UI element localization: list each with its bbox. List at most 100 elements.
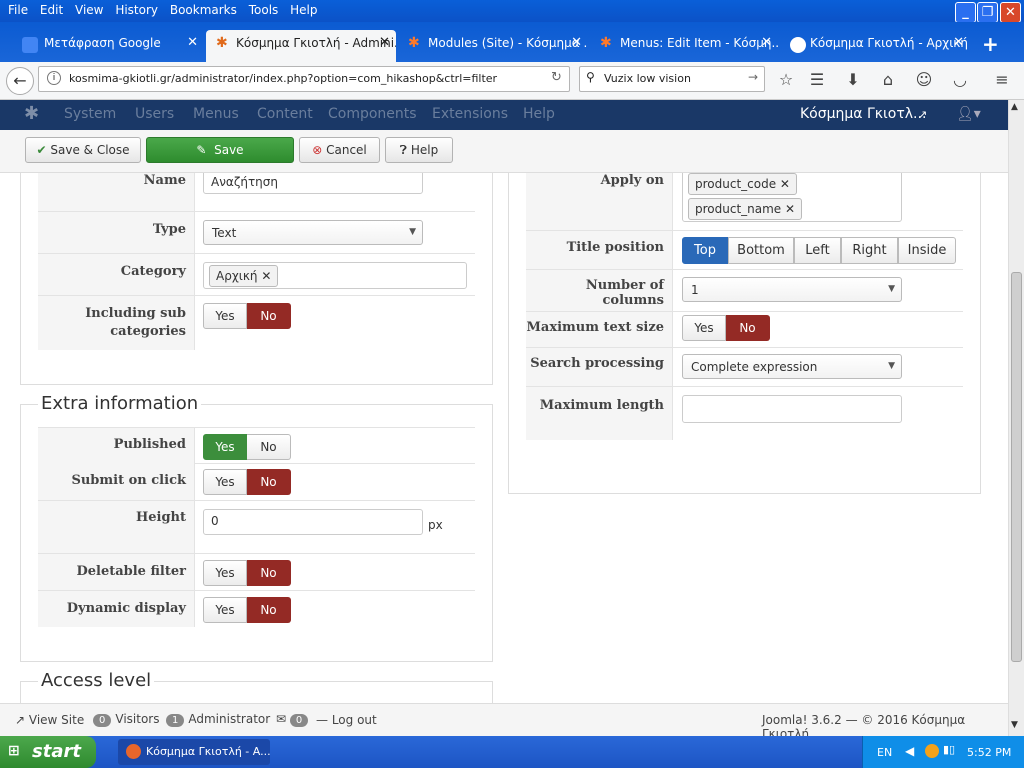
restore-button[interactable]: ❐: [977, 2, 998, 23]
yes-option[interactable]: Yes: [682, 315, 726, 341]
scroll-down-arrow[interactable]: ▼: [1011, 720, 1018, 730]
tab-modules[interactable]: ✱ Modules (Site) - Κόσμημα ... ✕: [398, 30, 588, 62]
yes-option[interactable]: Yes: [203, 469, 247, 495]
hello-icon[interactable]: ☺: [914, 70, 934, 89]
back-button[interactable]: ←: [6, 67, 34, 95]
new-tab-button[interactable]: +: [982, 32, 999, 56]
no-option[interactable]: No: [247, 560, 291, 586]
menu-extensions[interactable]: Extensions: [432, 106, 508, 122]
type-select[interactable]: Text ▼: [203, 220, 423, 245]
scroll-up-arrow[interactable]: ▲: [1011, 102, 1018, 112]
tab-admin-filter[interactable]: ✱ Κόσμημα Γκιοτλή - Admini... ✕: [206, 30, 396, 62]
reading-list-icon[interactable]: ☰: [807, 70, 827, 89]
menu-edit[interactable]: Edit: [36, 0, 67, 20]
yes-option[interactable]: Yes: [203, 597, 247, 623]
title-position-row: Title position Top Bottom Left Right Ins…: [526, 231, 963, 270]
tab-menus-edit[interactable]: ✱ Menus: Edit Item - Κόσμη... ✕: [590, 30, 778, 62]
menu-history[interactable]: History: [111, 0, 162, 20]
taskbar-window-firefox[interactable]: Κόσμημα Γκιοτλή - A...: [118, 739, 270, 765]
apply-on-input[interactable]: product_code ✕ product_name ✕: [682, 173, 902, 222]
download-icon[interactable]: ⬇: [843, 70, 863, 89]
info-icon[interactable]: i: [47, 71, 61, 85]
yes-option[interactable]: Yes: [203, 303, 247, 329]
menu-file[interactable]: File: [4, 0, 32, 20]
scroll-thumb[interactable]: [1011, 272, 1022, 662]
start-button[interactable]: ⊞ start: [0, 736, 96, 768]
title-pos-left[interactable]: Left: [794, 237, 841, 264]
taskbar-window-label: Κόσμημα Γκιοτλή - A...: [146, 745, 270, 758]
search-processing-select[interactable]: Complete expression ▼: [682, 354, 902, 379]
tab-google-translate[interactable]: Μετάφραση Google ✕: [4, 30, 204, 62]
max-text-toggle[interactable]: Yes No: [682, 315, 770, 341]
menu-tools[interactable]: Tools: [245, 0, 283, 20]
joomla-logo-icon[interactable]: ✱: [24, 103, 39, 124]
search-input[interactable]: ⚲ Vuzix low vision →: [579, 66, 765, 92]
remove-tag-icon[interactable]: ✕: [785, 202, 795, 216]
no-option[interactable]: No: [247, 434, 291, 460]
search-go-icon[interactable]: →: [748, 70, 758, 84]
bookmark-star-icon[interactable]: ☆: [776, 70, 796, 89]
title-pos-bottom[interactable]: Bottom: [728, 237, 794, 264]
category-input[interactable]: Αρχική ✕: [203, 262, 467, 289]
menu-help[interactable]: Help: [286, 0, 321, 20]
no-option[interactable]: No: [247, 597, 291, 623]
subcategories-toggle[interactable]: Yes No: [203, 303, 291, 329]
max-length-input[interactable]: [682, 395, 902, 423]
menu-view[interactable]: View: [71, 0, 107, 20]
no-option[interactable]: No: [726, 315, 770, 341]
deletable-toggle[interactable]: Yes No: [203, 560, 291, 586]
title-pos-right[interactable]: Right: [841, 237, 898, 264]
site-link[interactable]: Κόσμημα Γκιοτλ...: [800, 106, 926, 122]
dynamic-display-toggle[interactable]: Yes No: [203, 597, 291, 623]
no-option[interactable]: No: [247, 469, 291, 495]
save-close-button[interactable]: ✔ Save & Close: [25, 137, 141, 163]
max-text-label: Maximum text size: [526, 312, 673, 347]
no-option[interactable]: No: [247, 303, 291, 329]
minimize-button[interactable]: _: [955, 2, 976, 23]
help-button[interactable]: ❓︎ Help: [385, 137, 453, 163]
menu-bookmarks[interactable]: Bookmarks: [166, 0, 241, 20]
save-button[interactable]: ✎ Save: [146, 137, 294, 163]
tray-expand-icon[interactable]: ◀: [905, 744, 914, 758]
yes-option[interactable]: Yes: [203, 434, 247, 460]
remove-tag-icon[interactable]: ✕: [261, 269, 271, 283]
view-site-link[interactable]: ↗ View Site: [15, 713, 84, 727]
cancel-button[interactable]: ⊗ Cancel: [299, 137, 380, 163]
title-pos-inside[interactable]: Inside: [898, 237, 956, 264]
title-pos-top[interactable]: Top: [682, 237, 728, 264]
close-tab-icon[interactable]: ✕: [761, 35, 772, 50]
close-tab-icon[interactable]: ✕: [571, 35, 582, 50]
menu-help[interactable]: Help: [523, 106, 555, 122]
menu-content[interactable]: Content: [257, 106, 313, 122]
close-window-button[interactable]: ✕: [1000, 2, 1021, 23]
hamburger-menu-icon[interactable]: ≡: [992, 70, 1012, 89]
user-icon[interactable]: 👤︎▾: [956, 106, 981, 122]
pocket-icon[interactable]: ◡: [950, 70, 970, 89]
menu-menus[interactable]: Menus: [193, 106, 239, 122]
close-tab-icon[interactable]: ✕: [379, 35, 390, 50]
remove-tag-icon[interactable]: ✕: [780, 177, 790, 191]
published-toggle[interactable]: Yes No: [203, 434, 291, 460]
language-indicator[interactable]: EN: [877, 746, 892, 759]
home-icon[interactable]: ⌂: [878, 70, 898, 89]
tray-app-icon[interactable]: [925, 744, 939, 758]
url-bar[interactable]: i kosmima-gkiotli.gr/administrator/index…: [38, 66, 570, 92]
close-tab-icon[interactable]: ✕: [953, 35, 964, 50]
admin-indicator: 1 Administrator: [166, 712, 270, 727]
columns-select[interactable]: 1 ▼: [682, 277, 902, 302]
height-input[interactable]: 0: [203, 509, 423, 535]
messages-indicator[interactable]: ✉ 0: [276, 712, 312, 727]
visitors-indicator: 0 Visitors: [93, 712, 159, 727]
menu-system[interactable]: System: [64, 106, 116, 122]
reload-icon[interactable]: ↻: [551, 70, 562, 85]
logout-link[interactable]: — Log out: [316, 713, 377, 727]
menu-users[interactable]: Users: [135, 106, 174, 122]
yes-option[interactable]: Yes: [203, 560, 247, 586]
network-icon[interactable]: ▮▯: [943, 743, 955, 756]
tab-site-home[interactable]: Κόσμημα Γκιοτλή - Αρχική ✕: [780, 30, 970, 62]
submit-on-click-toggle[interactable]: Yes No: [203, 469, 291, 495]
name-input[interactable]: Αναζήτηση: [203, 173, 423, 194]
page-scrollbar[interactable]: ▲ ▼: [1008, 100, 1024, 736]
close-tab-icon[interactable]: ✕: [187, 35, 198, 50]
menu-components[interactable]: Components: [328, 106, 417, 122]
